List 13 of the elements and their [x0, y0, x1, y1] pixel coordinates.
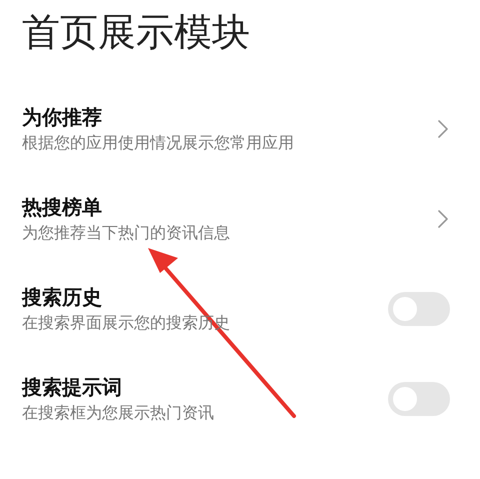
chevron-right-icon[interactable]	[438, 210, 448, 228]
toggle-switch[interactable]	[388, 382, 450, 416]
setting-title: 为你推荐	[22, 104, 103, 130]
chevron-right-icon[interactable]	[438, 120, 448, 138]
setting-title: 搜索历史	[22, 284, 103, 310]
setting-title: 搜索提示词	[22, 374, 123, 400]
setting-description: 在搜索界面展示您的搜索历史	[22, 312, 230, 334]
setting-description: 在搜索框为您展示热门资讯	[22, 402, 214, 424]
page-title: 首页展示模块	[22, 9, 251, 56]
setting-description: 为您推荐当下热门的资讯信息	[22, 222, 230, 244]
toggle-switch[interactable]	[388, 292, 450, 326]
setting-title: 热搜榜单	[22, 194, 103, 220]
setting-description: 根据您的应用使用情况展示您常用应用	[22, 132, 294, 154]
